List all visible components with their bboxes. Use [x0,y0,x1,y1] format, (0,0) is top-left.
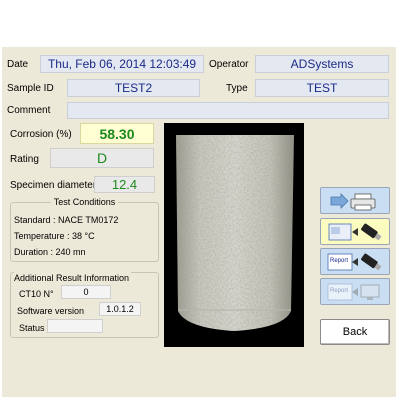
additional-info-title: Additional Result Information [14,272,132,284]
print-icon [330,192,376,210]
specimen-image-panel [164,123,304,347]
duration-text: Duration : 240 mn [14,247,86,257]
comment-label: Comment [7,105,51,116]
ct10-value: 0 [61,285,111,299]
software-version-label: Software version [17,306,85,316]
report-to-usb-button[interactable]: Report [320,248,390,275]
standard-text: Standard : NACE TM0172 [14,215,119,225]
back-button[interactable]: Back [320,319,390,345]
report-text: Report [330,288,348,294]
print-button[interactable] [320,187,390,214]
sample-id-label: Sample ID [7,83,54,94]
test-conditions-title: Test Conditions [50,197,119,207]
ct10-label: CT10 N° [19,289,54,299]
main-panel: Date Thu, Feb 06, 2014 12:03:49 Operator… [2,47,396,397]
sample-id-field: TEST2 [67,79,200,97]
report-to-computer-icon: Report [327,283,380,300]
report-to-usb-icon: Report [327,253,382,270]
type-field: TEST [255,79,389,97]
date-label: Date [7,59,29,70]
rating-label: Rating [10,154,39,165]
status-label: Status [19,323,45,333]
comment-field [67,102,389,119]
corrosion-value: 58.30 [80,123,154,144]
specimen-image [176,135,294,331]
rating-value: D [50,148,154,168]
diameter-value: 12.4 [94,176,155,193]
report-text: Report [330,258,348,264]
type-label: Type [226,83,248,94]
diameter-label: Specimen diameter [10,180,97,191]
operator-label: Operator [209,59,249,70]
software-version-value: 1.0.1.2 [99,302,141,316]
additional-info-group: Additional Result Information CT10 N° 0 … [10,272,159,338]
report-to-computer-button[interactable]: Report [320,278,390,305]
date-field: Thu, Feb 06, 2014 12:03:49 [40,55,204,73]
temperature-text: Temperature : 38 °C [14,231,95,241]
operator-field: ADSystems [255,55,389,73]
test-conditions-group: Test Conditions Standard : NACE TM0172 T… [10,197,159,262]
save-to-usb-button[interactable] [320,218,390,245]
save-to-usb-icon [328,223,382,240]
corrosion-label: Corrosion (%) [10,129,72,140]
status-value [47,319,103,333]
